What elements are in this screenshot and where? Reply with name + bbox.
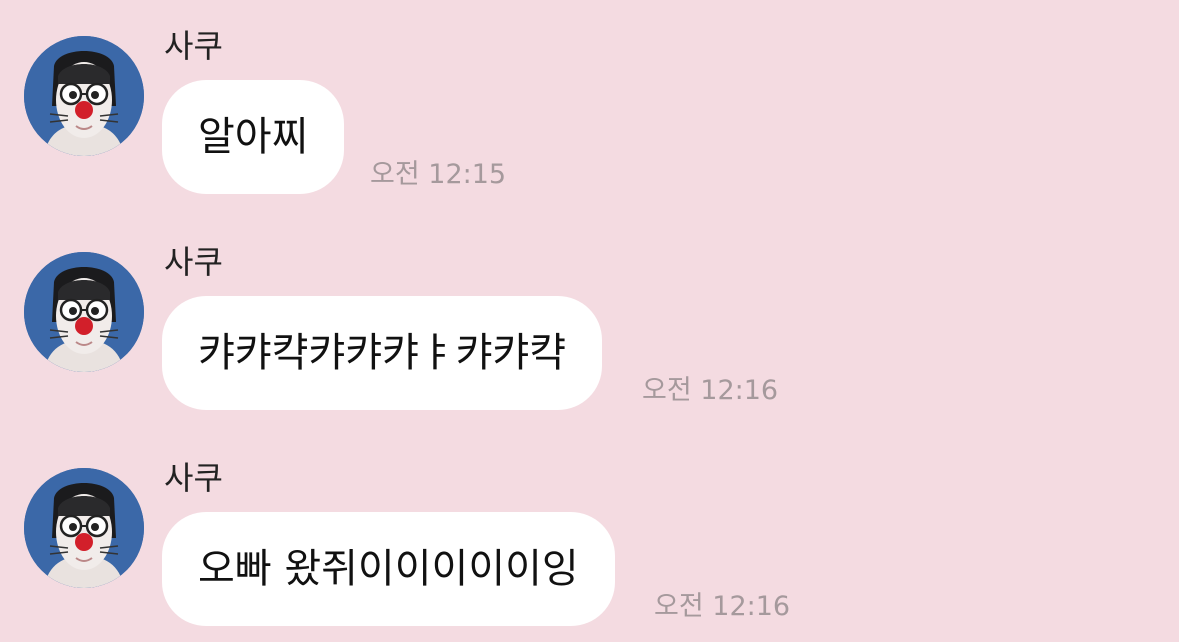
chat-message: 사쿠 알아찌 오전 12:15 bbox=[0, 0, 1179, 200]
sender-name: 사쿠 bbox=[164, 27, 223, 65]
chat-message: 사쿠 오빠 왔쥐이이이이이잉 오전 12:16 bbox=[0, 432, 1179, 632]
message-bubble[interactable]: 알아찌 bbox=[162, 80, 345, 194]
sender-avatar[interactable] bbox=[24, 252, 144, 372]
chat-log: 사쿠 알아찌 오전 12:15 사쿠 캬캬캭캬캬캬ㅑ캬캬캭 오전 12:16 사… bbox=[0, 0, 1179, 642]
chat-message: 사쿠 캬캬캭캬캬캬ㅑ캬캬캭 오전 12:16 bbox=[0, 216, 1179, 416]
avatar-photo-icon bbox=[24, 36, 144, 156]
sender-avatar[interactable] bbox=[24, 36, 144, 156]
message-timestamp: 오전 12:16 bbox=[654, 591, 791, 622]
message-timestamp: 오전 12:15 bbox=[370, 159, 507, 190]
sender-name: 사쿠 bbox=[164, 243, 223, 281]
message-bubble[interactable]: 오빠 왔쥐이이이이이잉 bbox=[162, 512, 615, 626]
avatar-photo-icon bbox=[24, 252, 144, 372]
message-bubble[interactable]: 캬캬캭캬캬캬ㅑ캬캬캭 bbox=[162, 296, 602, 410]
message-timestamp: 오전 12:16 bbox=[642, 375, 779, 406]
sender-avatar[interactable] bbox=[24, 468, 144, 588]
avatar-photo-icon bbox=[24, 468, 144, 588]
sender-name: 사쿠 bbox=[164, 459, 223, 497]
